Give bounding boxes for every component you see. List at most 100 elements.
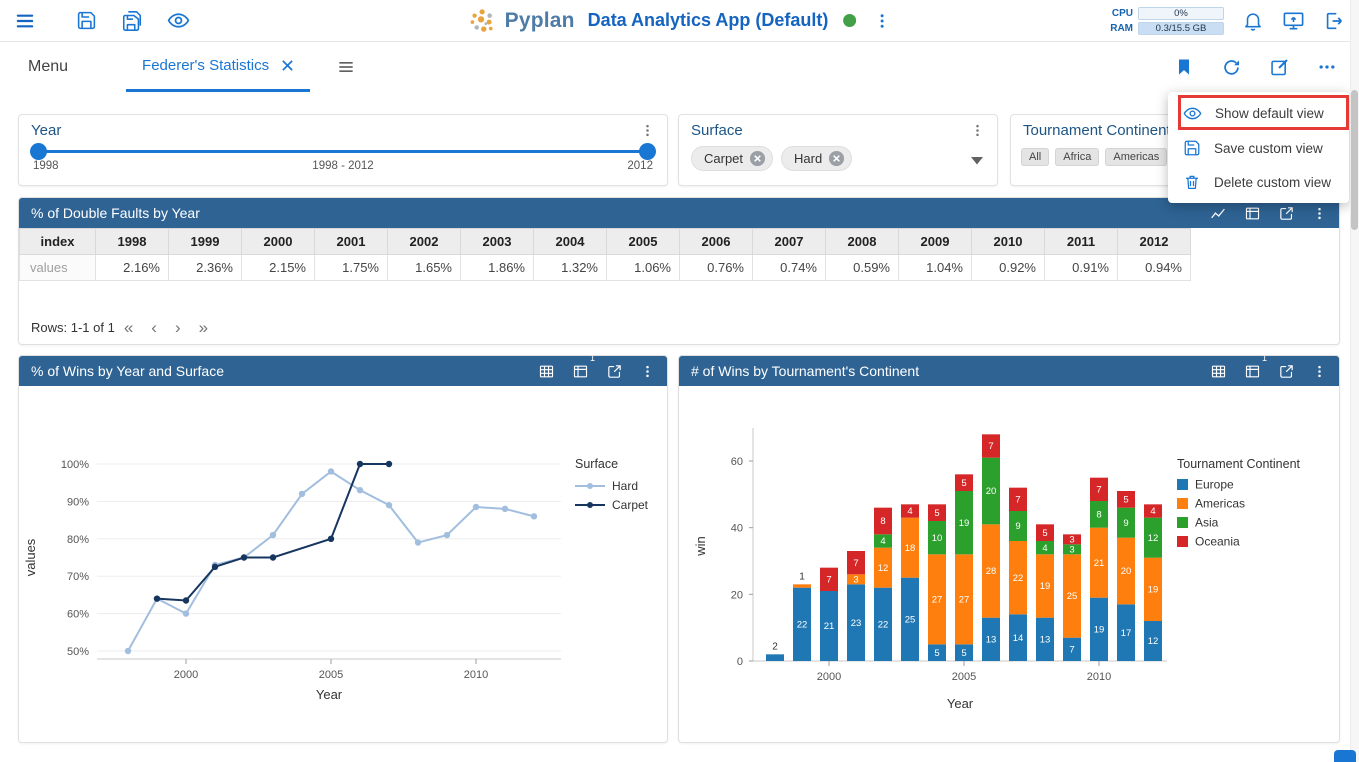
panel-kebab-icon[interactable] (1312, 206, 1327, 221)
svg-text:8: 8 (880, 516, 885, 527)
open-in-new-icon[interactable] (1278, 205, 1295, 222)
chip-remove-icon[interactable] (828, 150, 845, 167)
menu-item-show-default-view[interactable]: Show default view (1168, 96, 1349, 131)
tab-close-icon[interactable] (281, 59, 294, 72)
slider-track[interactable] (33, 150, 653, 153)
app-title: Data Analytics App (Default) (588, 10, 829, 31)
table-index-header: index (20, 229, 96, 255)
bookmark-icon[interactable] (1174, 57, 1194, 77)
svg-text:9: 9 (1015, 521, 1020, 532)
table-value-cell: 1.75% (315, 255, 388, 281)
table-value-cell: 1.04% (899, 255, 972, 281)
ram-usage-bar: 0.3/15.5 GB (1138, 22, 1224, 35)
trash-icon (1183, 173, 1201, 191)
panel-kebab-icon[interactable] (1312, 364, 1327, 379)
svg-text:Year: Year (947, 696, 974, 711)
pivot-icon[interactable]: 1 (1244, 363, 1261, 380)
svg-text:10: 10 (932, 533, 943, 544)
table-year-header: 1998 (96, 229, 169, 255)
svg-text:90%: 90% (67, 496, 89, 508)
more-options-icon[interactable] (1317, 57, 1337, 77)
continent-chip-all[interactable]: All (1021, 148, 1049, 166)
table-year-header: 2009 (899, 229, 972, 255)
wins-line-chart[interactable]: 50%60%70%80%90%100%200020052010Yearvalue… (19, 386, 667, 742)
svg-text:27: 27 (932, 595, 943, 606)
svg-text:23: 23 (851, 618, 862, 629)
tab-federers-statistics[interactable]: Federer's Statistics (126, 42, 310, 92)
save-icon[interactable] (76, 10, 97, 31)
table-year-header: 2012 (1118, 229, 1191, 255)
corner-action-button[interactable] (1334, 750, 1356, 762)
svg-text:12: 12 (1148, 533, 1159, 544)
open-in-new-icon[interactable] (606, 363, 623, 380)
edit-icon[interactable] (1269, 57, 1290, 78)
pyplan-logo (468, 7, 496, 35)
wins-by-continent-title: # of Wins by Tournament's Continent (691, 363, 919, 379)
svg-text:20: 20 (731, 589, 743, 601)
screen-share-icon[interactable] (1282, 9, 1305, 32)
surface-dropdown-caret-icon[interactable] (971, 157, 983, 165)
surface-chip-hard[interactable]: Hard (781, 146, 852, 171)
slider-handle-max[interactable] (639, 143, 656, 160)
notifications-bell-icon[interactable] (1242, 10, 1264, 32)
double-faults-panel: % of Double Faults by Year 1 index199819… (18, 197, 1340, 345)
vertical-scrollbar[interactable] (1350, 0, 1359, 762)
slider-handle-min[interactable] (30, 143, 47, 160)
logout-icon[interactable] (1323, 10, 1345, 32)
prev-page-icon[interactable]: ‹ (142, 319, 166, 336)
open-in-new-icon[interactable] (1278, 363, 1295, 380)
svg-text:20: 20 (1121, 566, 1132, 577)
svg-text:4: 4 (907, 506, 912, 517)
chip-remove-icon[interactable] (749, 150, 766, 167)
last-page-icon[interactable]: » (190, 319, 217, 336)
double-faults-header: % of Double Faults by Year 1 (19, 198, 1339, 228)
surface-kebab-icon[interactable] (970, 123, 985, 138)
status-dot (843, 14, 856, 27)
continent-chip-africa[interactable]: Africa (1055, 148, 1099, 166)
year-range-slider[interactable] (33, 142, 653, 160)
chart-view-icon[interactable] (1209, 204, 1227, 222)
ram-label: RAM (1103, 23, 1133, 34)
tab-list-icon[interactable] (336, 57, 356, 77)
first-page-icon[interactable]: « (115, 319, 142, 336)
svg-text:5: 5 (1042, 528, 1047, 539)
refresh-icon[interactable] (1221, 57, 1242, 78)
cpu-label: CPU (1103, 8, 1133, 19)
svg-text:12: 12 (1148, 636, 1159, 647)
double-faults-title: % of Double Faults by Year (31, 205, 200, 221)
save-all-icon[interactable] (121, 10, 143, 32)
continent-chip-americas[interactable]: Americas (1105, 148, 1167, 166)
svg-text:2005: 2005 (952, 671, 976, 683)
pivot-icon[interactable]: 1 (572, 363, 589, 380)
table-value-cell: 0.59% (826, 255, 899, 281)
table-year-header: 2006 (680, 229, 753, 255)
next-page-icon[interactable]: › (166, 319, 190, 336)
svg-text:40: 40 (731, 523, 743, 535)
year-kebab-icon[interactable] (640, 123, 655, 138)
panel-kebab-icon[interactable] (640, 364, 655, 379)
app-kebab-icon[interactable] (873, 12, 891, 30)
table-view-icon[interactable] (1210, 363, 1227, 380)
surface-chip-carpet[interactable]: Carpet (691, 146, 773, 171)
svg-text:20: 20 (986, 486, 997, 497)
pivot-icon[interactable]: 1 (1244, 205, 1261, 222)
slider-max-label: 2012 (627, 160, 653, 172)
table-year-header: 2004 (534, 229, 607, 255)
svg-text:60%: 60% (67, 609, 89, 621)
table-value-cell: 1.32% (534, 255, 607, 281)
table-view-icon[interactable] (538, 363, 555, 380)
hamburger-menu-icon[interactable] (14, 10, 36, 32)
menu-button[interactable]: Menu (28, 58, 68, 76)
wins-bar-chart[interactable]: 0204060200020052010Yearwin22212172337221… (679, 386, 1339, 742)
menu-item-save-custom-view[interactable]: Save custom view (1168, 131, 1349, 165)
save-icon (1183, 139, 1201, 157)
svg-text:25: 25 (1067, 591, 1078, 602)
eye-icon[interactable] (167, 9, 190, 32)
scrollbar-thumb[interactable] (1351, 90, 1358, 230)
table-row-label: values (20, 255, 96, 281)
menu-item-delete-custom-view[interactable]: Delete custom view (1168, 165, 1349, 199)
svg-text:2010: 2010 (464, 669, 488, 681)
svg-text:19: 19 (1040, 581, 1051, 592)
table-value-cell: 0.76% (680, 255, 753, 281)
pyplan-app: Pyplan Data Analytics App (Default) CPU … (0, 0, 1359, 762)
